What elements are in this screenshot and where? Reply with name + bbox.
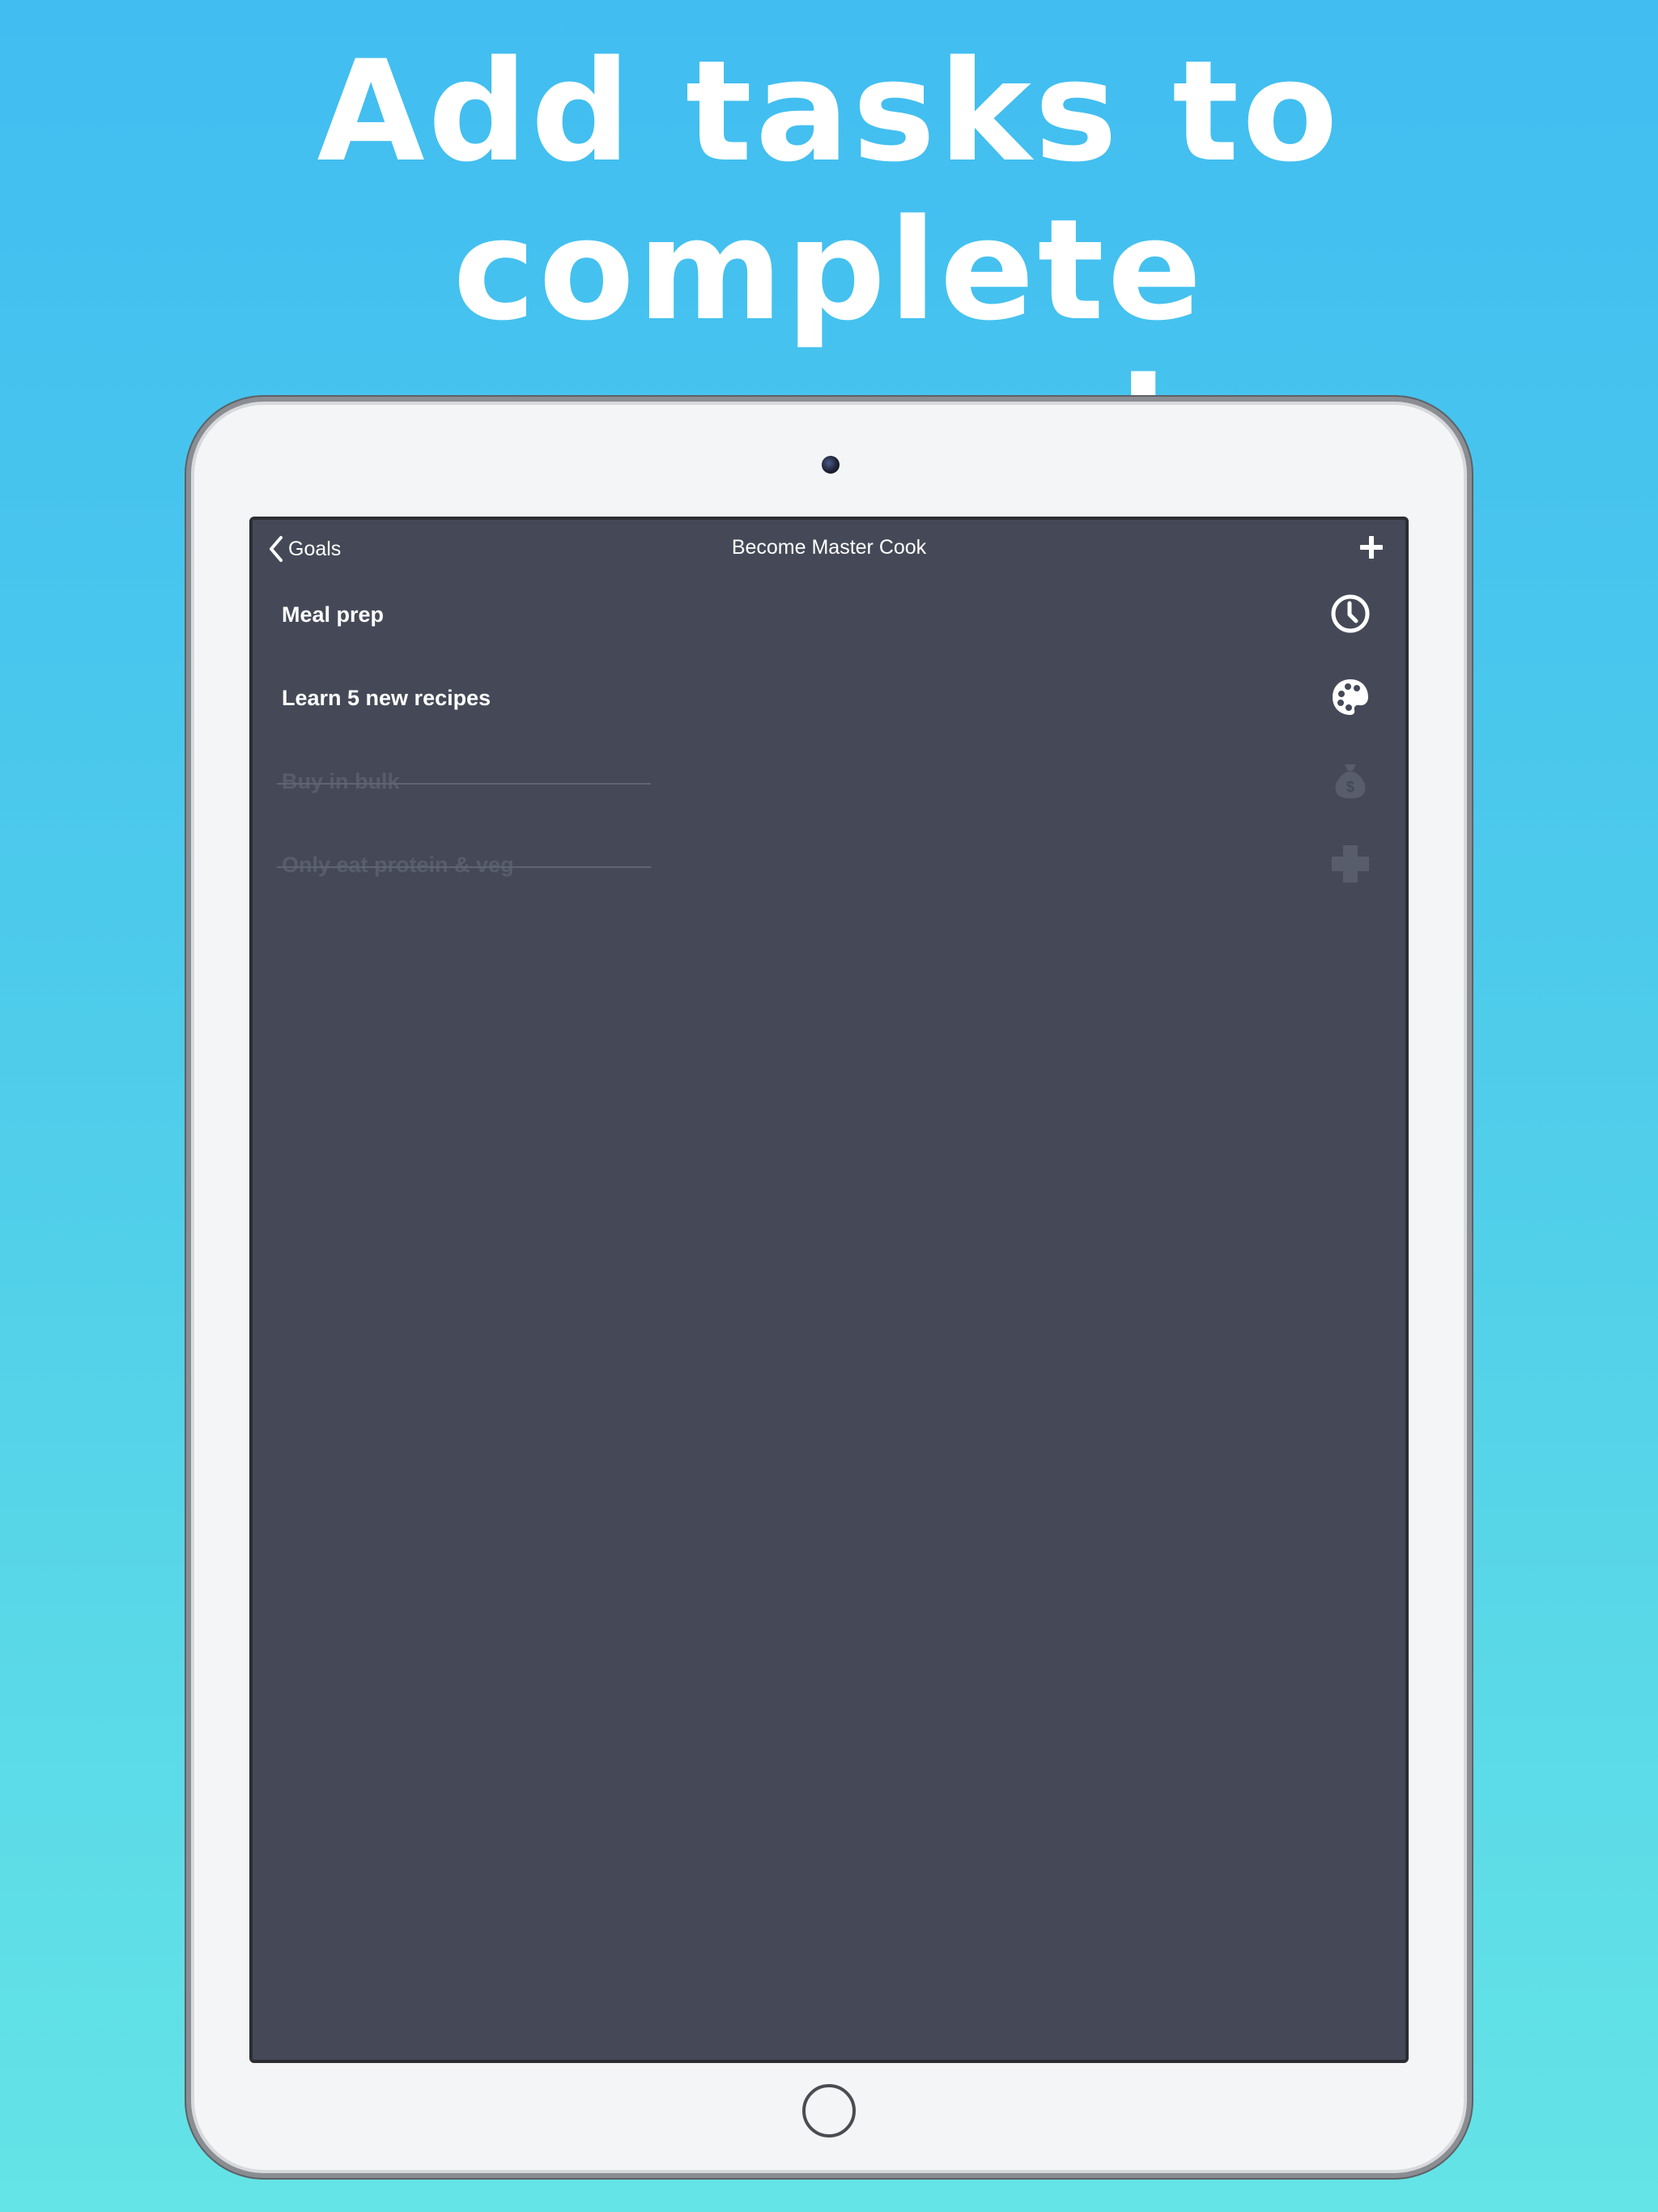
task-label: Only eat protein & veg xyxy=(282,853,514,877)
svg-text:$: $ xyxy=(1346,779,1354,795)
task-row[interactable]: Learn 5 new recipes xyxy=(253,671,1405,755)
headline-line-1: Add tasks to complete xyxy=(317,30,1341,351)
clock-icon[interactable] xyxy=(1329,593,1371,635)
task-label: Meal prep xyxy=(282,602,385,627)
medical-cross-icon[interactable] xyxy=(1329,843,1371,885)
plus-icon xyxy=(1357,536,1386,565)
palette-icon[interactable] xyxy=(1329,676,1371,718)
tablet-frame: Goals Become Master Cook Meal prep Learn… xyxy=(186,397,1472,2178)
task-label: Buy in bulk xyxy=(282,769,400,793)
task-label: Learn 5 new recipes xyxy=(282,686,491,710)
strikethrough-line xyxy=(277,866,651,868)
app-screen: Goals Become Master Cook Meal prep Learn… xyxy=(249,517,1409,2063)
front-camera xyxy=(822,456,840,474)
strikethrough-line xyxy=(277,783,651,785)
task-row-completed[interactable]: Only eat protein & veg xyxy=(253,838,1405,921)
add-task-button[interactable] xyxy=(1357,533,1386,562)
money-bag-icon[interactable]: $ xyxy=(1329,759,1371,802)
task-row-completed[interactable]: Buy in bulk $ xyxy=(253,755,1405,838)
home-button[interactable] xyxy=(802,2084,856,2138)
task-row[interactable]: Meal prep xyxy=(253,588,1405,671)
task-list: Meal prep Learn 5 new recipes Buy in bul… xyxy=(253,588,1405,921)
page-title: Become Master Cook xyxy=(731,536,927,559)
